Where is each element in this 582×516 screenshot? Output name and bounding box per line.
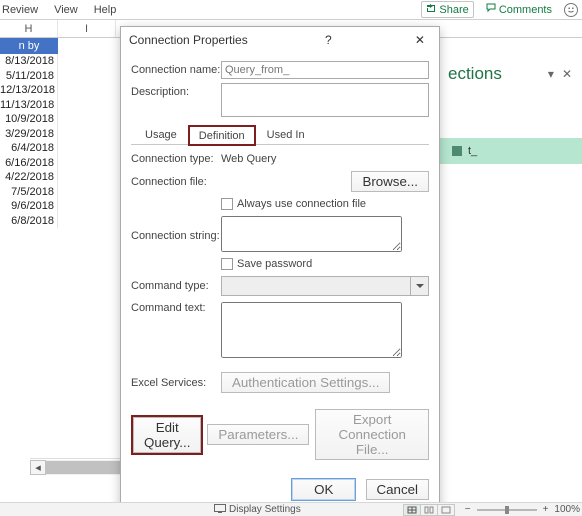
connection-name-input[interactable]: Query_from_ [221,61,429,79]
view-page-layout-icon[interactable] [420,504,438,516]
command-text-label: Command text: [131,302,221,314]
always-use-label: Always use connection file [237,198,366,210]
connection-file-label: Connection file: [131,176,221,188]
col-h[interactable]: H [0,20,58,37]
feedback-icon[interactable] [564,3,578,17]
comments-button[interactable]: Comments [482,2,556,17]
connection-string-label: Connection string: [131,216,221,242]
command-type-label: Command type: [131,280,221,292]
dialog-close-icon[interactable]: ✕ [409,33,431,47]
cell[interactable]: 6/16/2018 [0,156,58,171]
zoom-percent[interactable]: 100% [554,504,580,515]
zoom-slider[interactable] [477,509,537,511]
view-page-break-icon[interactable] [437,504,455,516]
pane-item-label: t_ [468,145,477,157]
pane-menu-icon[interactable]: ▾ [544,67,558,81]
browse-button[interactable]: Browse... [351,171,429,192]
cell[interactable]: 9/6/2018 [0,199,58,214]
share-icon [426,3,436,16]
cell[interactable]: 6/4/2018 [0,141,58,156]
comments-label: Comments [499,4,552,16]
description-input[interactable] [221,83,429,117]
save-password-label: Save password [237,258,312,270]
display-settings-button[interactable]: Display Settings [214,504,301,516]
display-settings-label: Display Settings [229,504,301,515]
connection-type-value: Web Query [221,153,276,165]
zoom-in-button[interactable]: + [543,504,549,515]
dialog-title: Connection Properties [129,33,248,47]
cancel-button[interactable]: Cancel [366,479,430,500]
tab-review[interactable]: Review [2,4,38,16]
connections-pane: ections ▾ ✕ t_ [440,62,582,475]
tab-used-in[interactable]: Used In [257,125,315,144]
cell[interactable]: 4/22/2018 [0,170,58,185]
cell[interactable]: 3/29/2018 [0,127,58,142]
pane-close-icon[interactable]: ✕ [558,67,576,81]
share-label: Share [439,4,468,16]
save-password-checkbox[interactable] [221,258,233,270]
pane-title: ections [448,64,544,84]
share-button[interactable]: Share [421,1,473,18]
connection-name-label: Connection name: [131,61,221,76]
ok-button[interactable]: OK [291,478,356,501]
tab-definition[interactable]: Definition [189,126,255,145]
table-header[interactable]: n by [0,38,58,54]
zoom-thumb[interactable] [505,506,509,514]
connection-type-icon [452,146,462,156]
always-use-checkbox[interactable] [221,198,233,210]
connection-properties-dialog: Connection Properties ? ✕ Connection nam… [120,26,440,512]
edit-query-button[interactable]: Edit Query... [133,417,201,453]
cell[interactable]: 7/5/2018 [0,185,58,200]
auth-settings-button[interactable]: Authentication Settings... [221,372,390,393]
description-label: Description: [131,83,221,98]
command-type-select[interactable] [221,276,429,296]
dialog-help-icon[interactable]: ? [319,33,338,47]
view-normal-icon[interactable] [403,504,421,516]
cell[interactable]: 12/13/2018 [0,83,58,98]
connection-string-input [221,216,402,252]
command-text-input [221,302,402,358]
cell[interactable]: 8/13/2018 [0,54,58,69]
excel-services-label: Excel Services: [131,377,221,389]
tab-usage[interactable]: Usage [135,125,187,144]
export-button[interactable]: Export Connection File... [315,409,429,460]
tab-help[interactable]: Help [94,4,117,16]
chevron-down-icon [410,277,428,295]
cell[interactable]: 6/8/2018 [0,214,58,229]
display-icon [214,504,226,516]
col-i[interactable]: I [58,20,116,37]
parameters-button[interactable]: Parameters... [207,424,309,445]
connection-type-label: Connection type: [131,153,221,165]
cell[interactable]: 10/9/2018 [0,112,58,127]
cell[interactable]: 5/11/2018 [0,69,58,84]
pane-selected-item[interactable]: t_ [440,138,582,164]
comment-icon [486,3,496,16]
edit-query-highlight: Edit Query... [131,415,203,455]
cell[interactable]: 11/13/2018 [0,98,58,113]
scroll-left-icon[interactable]: ◂ [30,460,46,475]
zoom-out-button[interactable]: − [465,504,471,515]
tab-view[interactable]: View [54,4,78,16]
